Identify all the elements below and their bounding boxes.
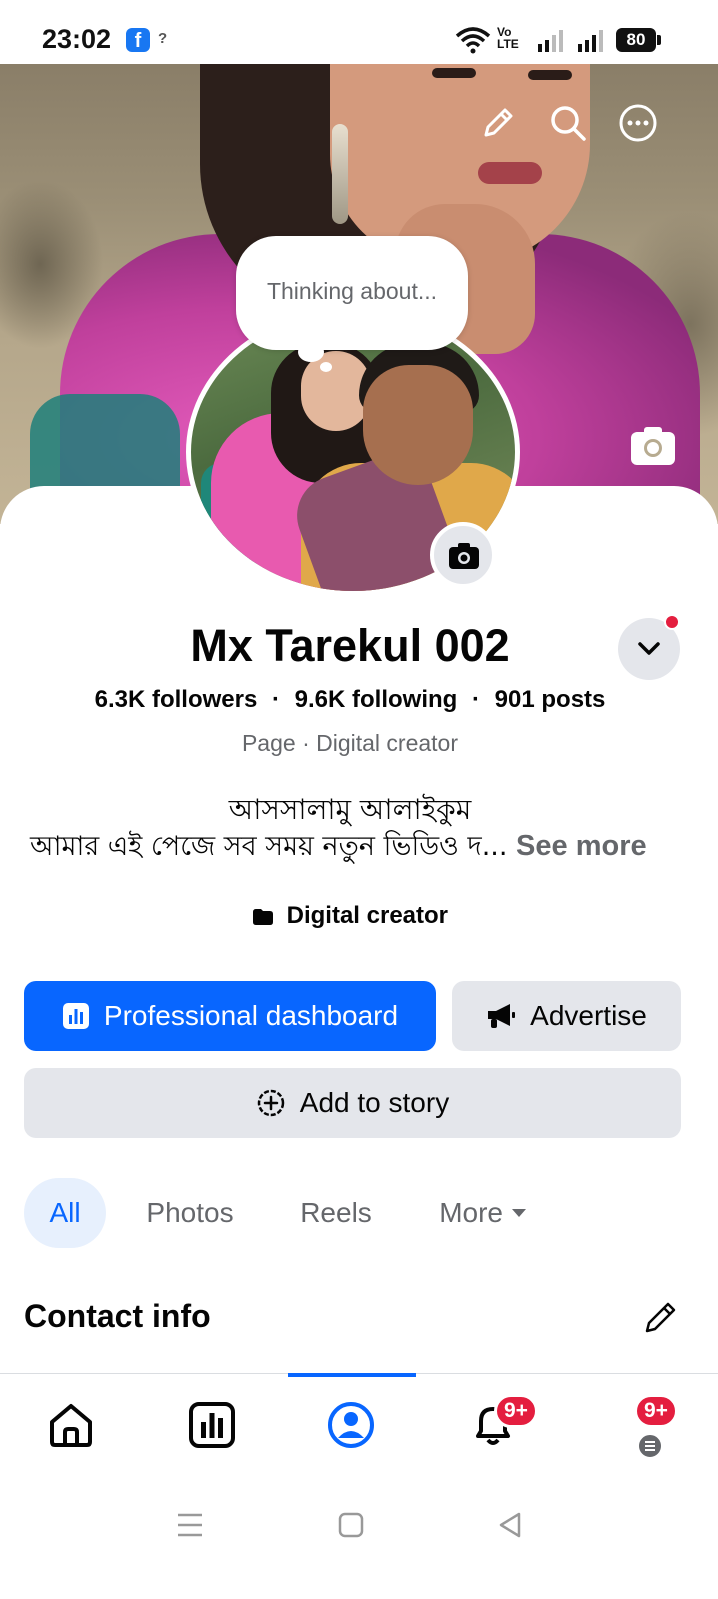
profile-nav-icon[interactable] — [326, 1400, 376, 1450]
digital-creator-icon — [252, 909, 273, 925]
status-bar: 23:02 f ? Vo LTE 80 — [0, 0, 718, 64]
profile-name: Mx Tarekul 002 — [190, 620, 510, 671]
search-icon[interactable] — [548, 103, 588, 143]
signal-unknown-icon: ? — [158, 30, 168, 47]
battery-indicator: 80 — [616, 28, 661, 52]
home-icon[interactable] — [46, 1400, 96, 1450]
tab-more[interactable]: More — [420, 1178, 546, 1248]
creator-label: Digital creator — [286, 902, 449, 929]
camera-icon — [449, 543, 479, 569]
profile-camera-button[interactable] — [430, 522, 496, 588]
professional-dashboard-label: Professional dashboard — [103, 1000, 399, 1031]
add-to-story-label: Add to story — [299, 1087, 450, 1118]
bubble-tail-small — [320, 362, 332, 372]
advertise-label: Advertise — [530, 1000, 647, 1031]
wifi-icon — [455, 27, 491, 54]
menu-hamburger-icon — [636, 1432, 664, 1460]
tab-photos[interactable]: Photos — [130, 1178, 250, 1248]
facebook-notification-icon: f — [126, 28, 150, 52]
dashboard-icon — [62, 1003, 89, 1029]
bio-text: আমার এই পেজে সব সময় নতুন ভিডিও দ... — [30, 831, 508, 862]
signal-bars-2-icon — [578, 30, 603, 52]
menu-badge: 9+ — [634, 1394, 678, 1428]
bio-line-2: আমার এই পেজে সব সময় নতুন ভিডিও দ... See… — [30, 826, 690, 871]
notification-dot — [664, 614, 680, 630]
tab-more-label: More — [439, 1197, 503, 1228]
following-count[interactable]: 9.6K following — [295, 686, 458, 713]
notifications-badge: 9+ — [494, 1394, 538, 1428]
back-button-icon[interactable] — [497, 1512, 523, 1538]
volte-indicator: Vo LTE — [497, 25, 519, 51]
more-horizontal-icon[interactable] — [618, 103, 658, 143]
pencil-icon[interactable] — [478, 103, 518, 143]
creator-category: Digital creator — [0, 902, 700, 930]
tab-all[interactable]: All — [24, 1178, 106, 1248]
active-tab-indicator — [288, 1373, 416, 1377]
megaphone-icon — [488, 1004, 516, 1028]
add-to-story-button[interactable]: Add to story — [24, 1068, 681, 1138]
see-more-link[interactable]: See more — [516, 830, 647, 862]
caret-down-icon — [511, 1209, 526, 1217]
home-button-icon[interactable] — [338, 1512, 364, 1538]
professional-dashboard-nav-icon[interactable] — [187, 1400, 237, 1450]
tab-reels[interactable]: Reels — [284, 1178, 388, 1248]
stat-separator: · — [271, 686, 280, 713]
recent-apps-icon[interactable] — [176, 1512, 204, 1538]
page-category: Page · Digital creator — [241, 730, 459, 756]
profile-picture[interactable] — [186, 308, 520, 596]
cover-camera-icon[interactable] — [630, 425, 676, 467]
stat-separator: · — [472, 686, 480, 713]
chevron-down-icon — [638, 642, 660, 655]
add-story-icon — [257, 1089, 285, 1117]
followers-count[interactable]: 6.3K followers — [95, 686, 258, 713]
profile-stats: 6.3K followers · 9.6K following · 901 po… — [0, 686, 700, 714]
advertise-button[interactable]: Advertise — [452, 981, 681, 1051]
contact-edit-pencil-icon[interactable] — [642, 1298, 680, 1336]
thought-bubble[interactable]: Thinking about... — [236, 236, 468, 350]
professional-dashboard-button[interactable]: Professional dashboard — [24, 981, 436, 1051]
thought-bubble-text: Thinking about... — [266, 278, 438, 304]
bubble-tail — [298, 342, 324, 362]
status-time: 23:02 — [42, 24, 112, 54]
signal-bars-1-icon — [538, 30, 563, 52]
contact-info-title: Contact info — [24, 1298, 211, 1334]
posts-count: 901 posts — [494, 686, 606, 713]
